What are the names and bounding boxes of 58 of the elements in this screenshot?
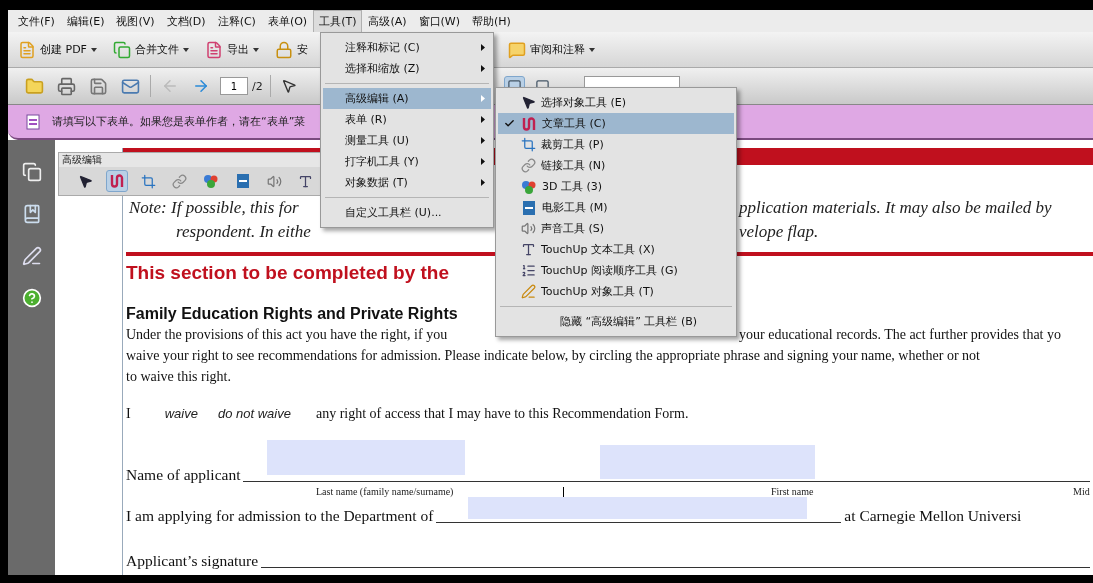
field-label: Applicant’s signature (126, 552, 259, 570)
note-text: respondent. In eithe (175, 221, 311, 243)
menu-item[interactable]: TouchUp 对象工具 (T) (498, 281, 734, 302)
menu-item[interactable]: 声音工具 (S) (498, 218, 734, 239)
toolbar-button[interactable]: 导出 (202, 40, 261, 59)
menu-item[interactable]: 高级编辑 (A) (323, 88, 491, 109)
menu-item[interactable]: TouchUp 文本工具 (X) (498, 239, 734, 260)
menu-title[interactable]: 文件(F) (12, 10, 61, 33)
menu-title[interactable]: 视图(V) (110, 10, 161, 33)
menu-item[interactable]: 选择和缩放 (Z) (323, 58, 491, 79)
waiver-subject: I (126, 405, 131, 423)
menu-item[interactable]: 对象数据 (T) (323, 172, 491, 193)
field-caption: First name (771, 486, 814, 498)
waiver-option: do not waive (217, 404, 291, 424)
menu-item[interactable]: 链接工具 (N) (498, 155, 734, 176)
menu-item[interactable]: 打字机工具 (Y) (323, 151, 491, 172)
section-heading: This section to be completed by the (126, 261, 450, 285)
note-text: velope flap. (738, 221, 819, 243)
paragraph-text: waive your right to see recommendations for admission. Please indicate below, by circling the appropriate phrase and signing your name, whether or not (126, 347, 980, 365)
toolbar-button[interactable]: 安 (272, 40, 310, 59)
menu-item[interactable]: 隐藏 “高级编辑” 工具栏 (B) (498, 311, 734, 332)
field-caption: Last name (family name/surname) (316, 486, 454, 498)
toolbar-button[interactable]: 合并文件 (110, 40, 191, 59)
menu-title[interactable]: 工具(T) (313, 10, 363, 33)
field-label: I am applying for admission to the Department of (126, 507, 434, 525)
menu-title[interactable]: 帮助(H) (466, 10, 517, 33)
menu-item[interactable]: 文章工具 (C) (498, 113, 734, 134)
menu-item[interactable]: 电影工具 (M) (498, 197, 734, 218)
subheading: Family Education Rights and Private Rights (126, 304, 458, 324)
field-label: Name of applicant (126, 466, 241, 484)
menu-title[interactable]: 窗口(W) (412, 10, 467, 33)
menu-item[interactable]: 裁剪工具 (P) (498, 134, 734, 155)
waiver-text: any right of access that I may have to this Recommendation Form. (315, 405, 689, 423)
form-message: 请填写以下表单。如果您是表单作者，请在“表单”菜 (52, 114, 306, 129)
menu-item[interactable]: TouchUp 阅读顺序工具 (G) (498, 260, 734, 281)
menu-item[interactable]: 表单 (R) (323, 109, 491, 130)
menu-item[interactable]: 注释和标记 (C) (323, 37, 491, 58)
note-text: pplication materials. It may also be mailed by (737, 197, 1052, 219)
menu-title[interactable]: 高级(A) (362, 10, 413, 33)
paragraph-text: your educational records. The act further provides that yo (738, 326, 1061, 344)
waiver-option: waive (164, 404, 198, 424)
menu-title[interactable]: 文档(D) (160, 10, 212, 33)
note-text: Note: If possible, this for (128, 197, 299, 219)
menu-item[interactable]: 选择对象工具 (E) (498, 92, 734, 113)
page-total: /2 (252, 79, 263, 93)
menu-title[interactable]: 编辑(E) (60, 10, 111, 33)
menu-item[interactable]: 自定义工具栏 (U)... (323, 202, 491, 223)
toolbar-button[interactable]: 审阅和注释 (505, 40, 597, 59)
menu-item[interactable]: 3D 工具 (3) (498, 176, 734, 197)
field-label: at Carnegie Mellon Universi (844, 507, 1022, 525)
toolbar-button[interactable]: 创建 PDF (16, 40, 99, 59)
menu-title[interactable]: 表单(O) (261, 10, 314, 33)
menu-title[interactable]: 注释(C) (211, 10, 262, 33)
paragraph-text: to waive this right. (126, 368, 231, 386)
paragraph-text: Under the provisions of this act you have the right, if you (126, 326, 448, 344)
menu-item[interactable]: 测量工具 (U) (323, 130, 491, 151)
page-number-field[interactable]: 1 (220, 77, 248, 95)
field-caption: Mid (1073, 486, 1090, 498)
